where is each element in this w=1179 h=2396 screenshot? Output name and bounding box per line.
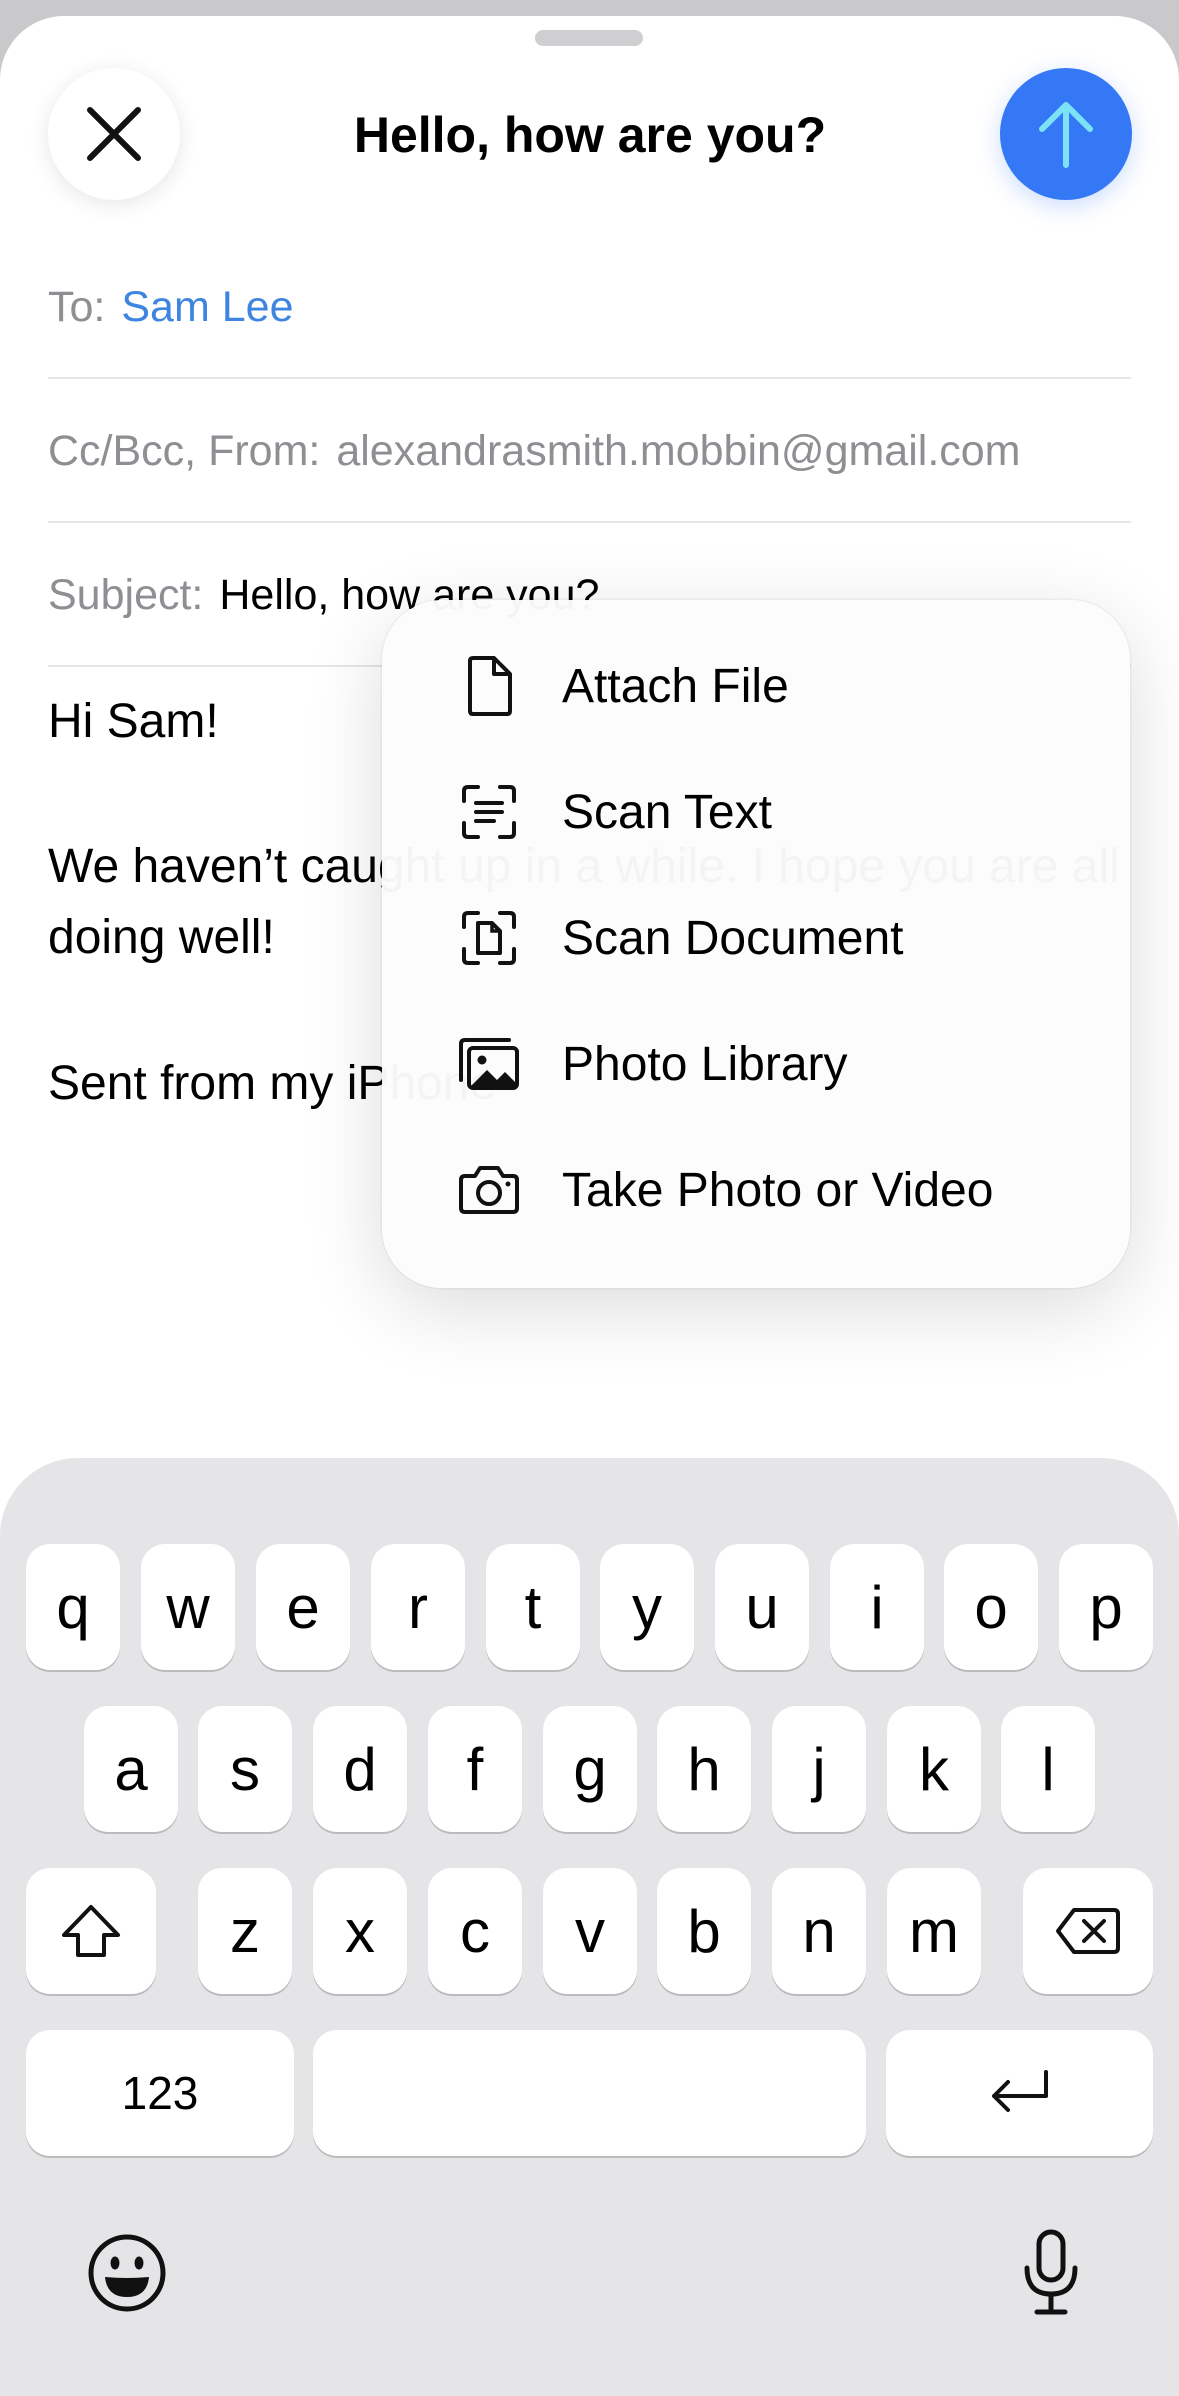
- key-c[interactable]: c: [428, 1868, 522, 1994]
- to-field[interactable]: To: Sam Lee: [48, 235, 1131, 379]
- menu-label: Photo Library: [562, 1037, 848, 1091]
- sheet-grabber[interactable]: [535, 30, 643, 46]
- keyboard: q w e r t y u i o p a s d f g h j k l z …: [0, 1458, 1179, 2396]
- key-u[interactable]: u: [715, 1544, 809, 1670]
- menu-label: Attach File: [562, 659, 789, 713]
- send-button[interactable]: [1000, 68, 1132, 200]
- key-g[interactable]: g: [543, 1706, 637, 1832]
- scan-text-icon: [456, 779, 522, 845]
- menu-item-scan-document[interactable]: Scan Document: [382, 875, 1130, 1001]
- key-k[interactable]: k: [887, 1706, 981, 1832]
- key-f[interactable]: f: [428, 1706, 522, 1832]
- key-h[interactable]: h: [657, 1706, 751, 1832]
- menu-label: Scan Text: [562, 785, 772, 839]
- key-r[interactable]: r: [371, 1544, 465, 1670]
- close-button[interactable]: [48, 68, 180, 200]
- key-l[interactable]: l: [1001, 1706, 1095, 1832]
- return-key[interactable]: [886, 2030, 1153, 2156]
- numbers-key[interactable]: 123: [26, 2030, 294, 2156]
- close-x-icon: [87, 107, 141, 161]
- scan-document-icon: [456, 905, 522, 971]
- key-e[interactable]: e: [256, 1544, 350, 1670]
- menu-label: Take Photo or Video: [562, 1163, 994, 1217]
- ccbcc-label: Cc/Bcc, From:: [48, 426, 321, 475]
- key-s[interactable]: s: [198, 1706, 292, 1832]
- menu-item-take-photo[interactable]: Take Photo or Video: [382, 1127, 1130, 1253]
- camera-icon: [456, 1157, 522, 1223]
- from-address[interactable]: alexandrasmith.mobbin@gmail.com: [336, 427, 1020, 476]
- key-j[interactable]: j: [772, 1706, 866, 1832]
- page-title: Hello, how are you?: [353, 107, 827, 163]
- key-p[interactable]: p: [1059, 1544, 1153, 1670]
- key-m[interactable]: m: [887, 1868, 981, 1994]
- arrow-up-icon: [1039, 102, 1093, 168]
- key-w[interactable]: w: [141, 1544, 235, 1670]
- key-a[interactable]: a: [84, 1706, 178, 1832]
- key-x[interactable]: x: [313, 1868, 407, 1994]
- key-y[interactable]: y: [600, 1544, 694, 1670]
- subject-label: Subject:: [48, 570, 204, 619]
- key-o[interactable]: o: [944, 1544, 1038, 1670]
- emoji-icon: [88, 2234, 166, 2312]
- key-v[interactable]: v: [543, 1868, 637, 1994]
- delete-backward-icon: [1056, 1908, 1120, 1954]
- menu-item-scan-text[interactable]: Scan Text: [382, 749, 1130, 875]
- key-d[interactable]: d: [313, 1706, 407, 1832]
- shift-key[interactable]: [26, 1868, 156, 1994]
- microphone-icon: [1024, 2229, 1078, 2315]
- menu-item-photo-library[interactable]: Photo Library: [382, 1001, 1130, 1127]
- menu-item-attach-file[interactable]: Attach File: [382, 623, 1130, 749]
- space-key[interactable]: [313, 2030, 866, 2156]
- delete-key[interactable]: [1023, 1868, 1153, 1994]
- attachment-menu: Attach File Scan Text Scan Document Phot…: [382, 600, 1130, 1288]
- dictation-button[interactable]: [1016, 2228, 1086, 2318]
- key-z[interactable]: z: [198, 1868, 292, 1994]
- key-n[interactable]: n: [772, 1868, 866, 1994]
- photo-library-icon: [456, 1031, 522, 1097]
- document-icon: [456, 653, 522, 719]
- ccbcc-from-field[interactable]: Cc/Bcc, From: alexandrasmith.mobbin@gmai…: [48, 379, 1131, 523]
- shift-icon: [62, 1905, 120, 1957]
- emoji-button[interactable]: [86, 2232, 168, 2314]
- key-q[interactable]: q: [26, 1544, 120, 1670]
- key-t[interactable]: t: [486, 1544, 580, 1670]
- return-icon: [991, 2070, 1048, 2112]
- key-i[interactable]: i: [830, 1544, 924, 1670]
- recipient-token[interactable]: Sam Lee: [121, 283, 293, 332]
- key-b[interactable]: b: [657, 1868, 751, 1994]
- to-label: To:: [48, 282, 106, 331]
- menu-label: Scan Document: [562, 911, 904, 965]
